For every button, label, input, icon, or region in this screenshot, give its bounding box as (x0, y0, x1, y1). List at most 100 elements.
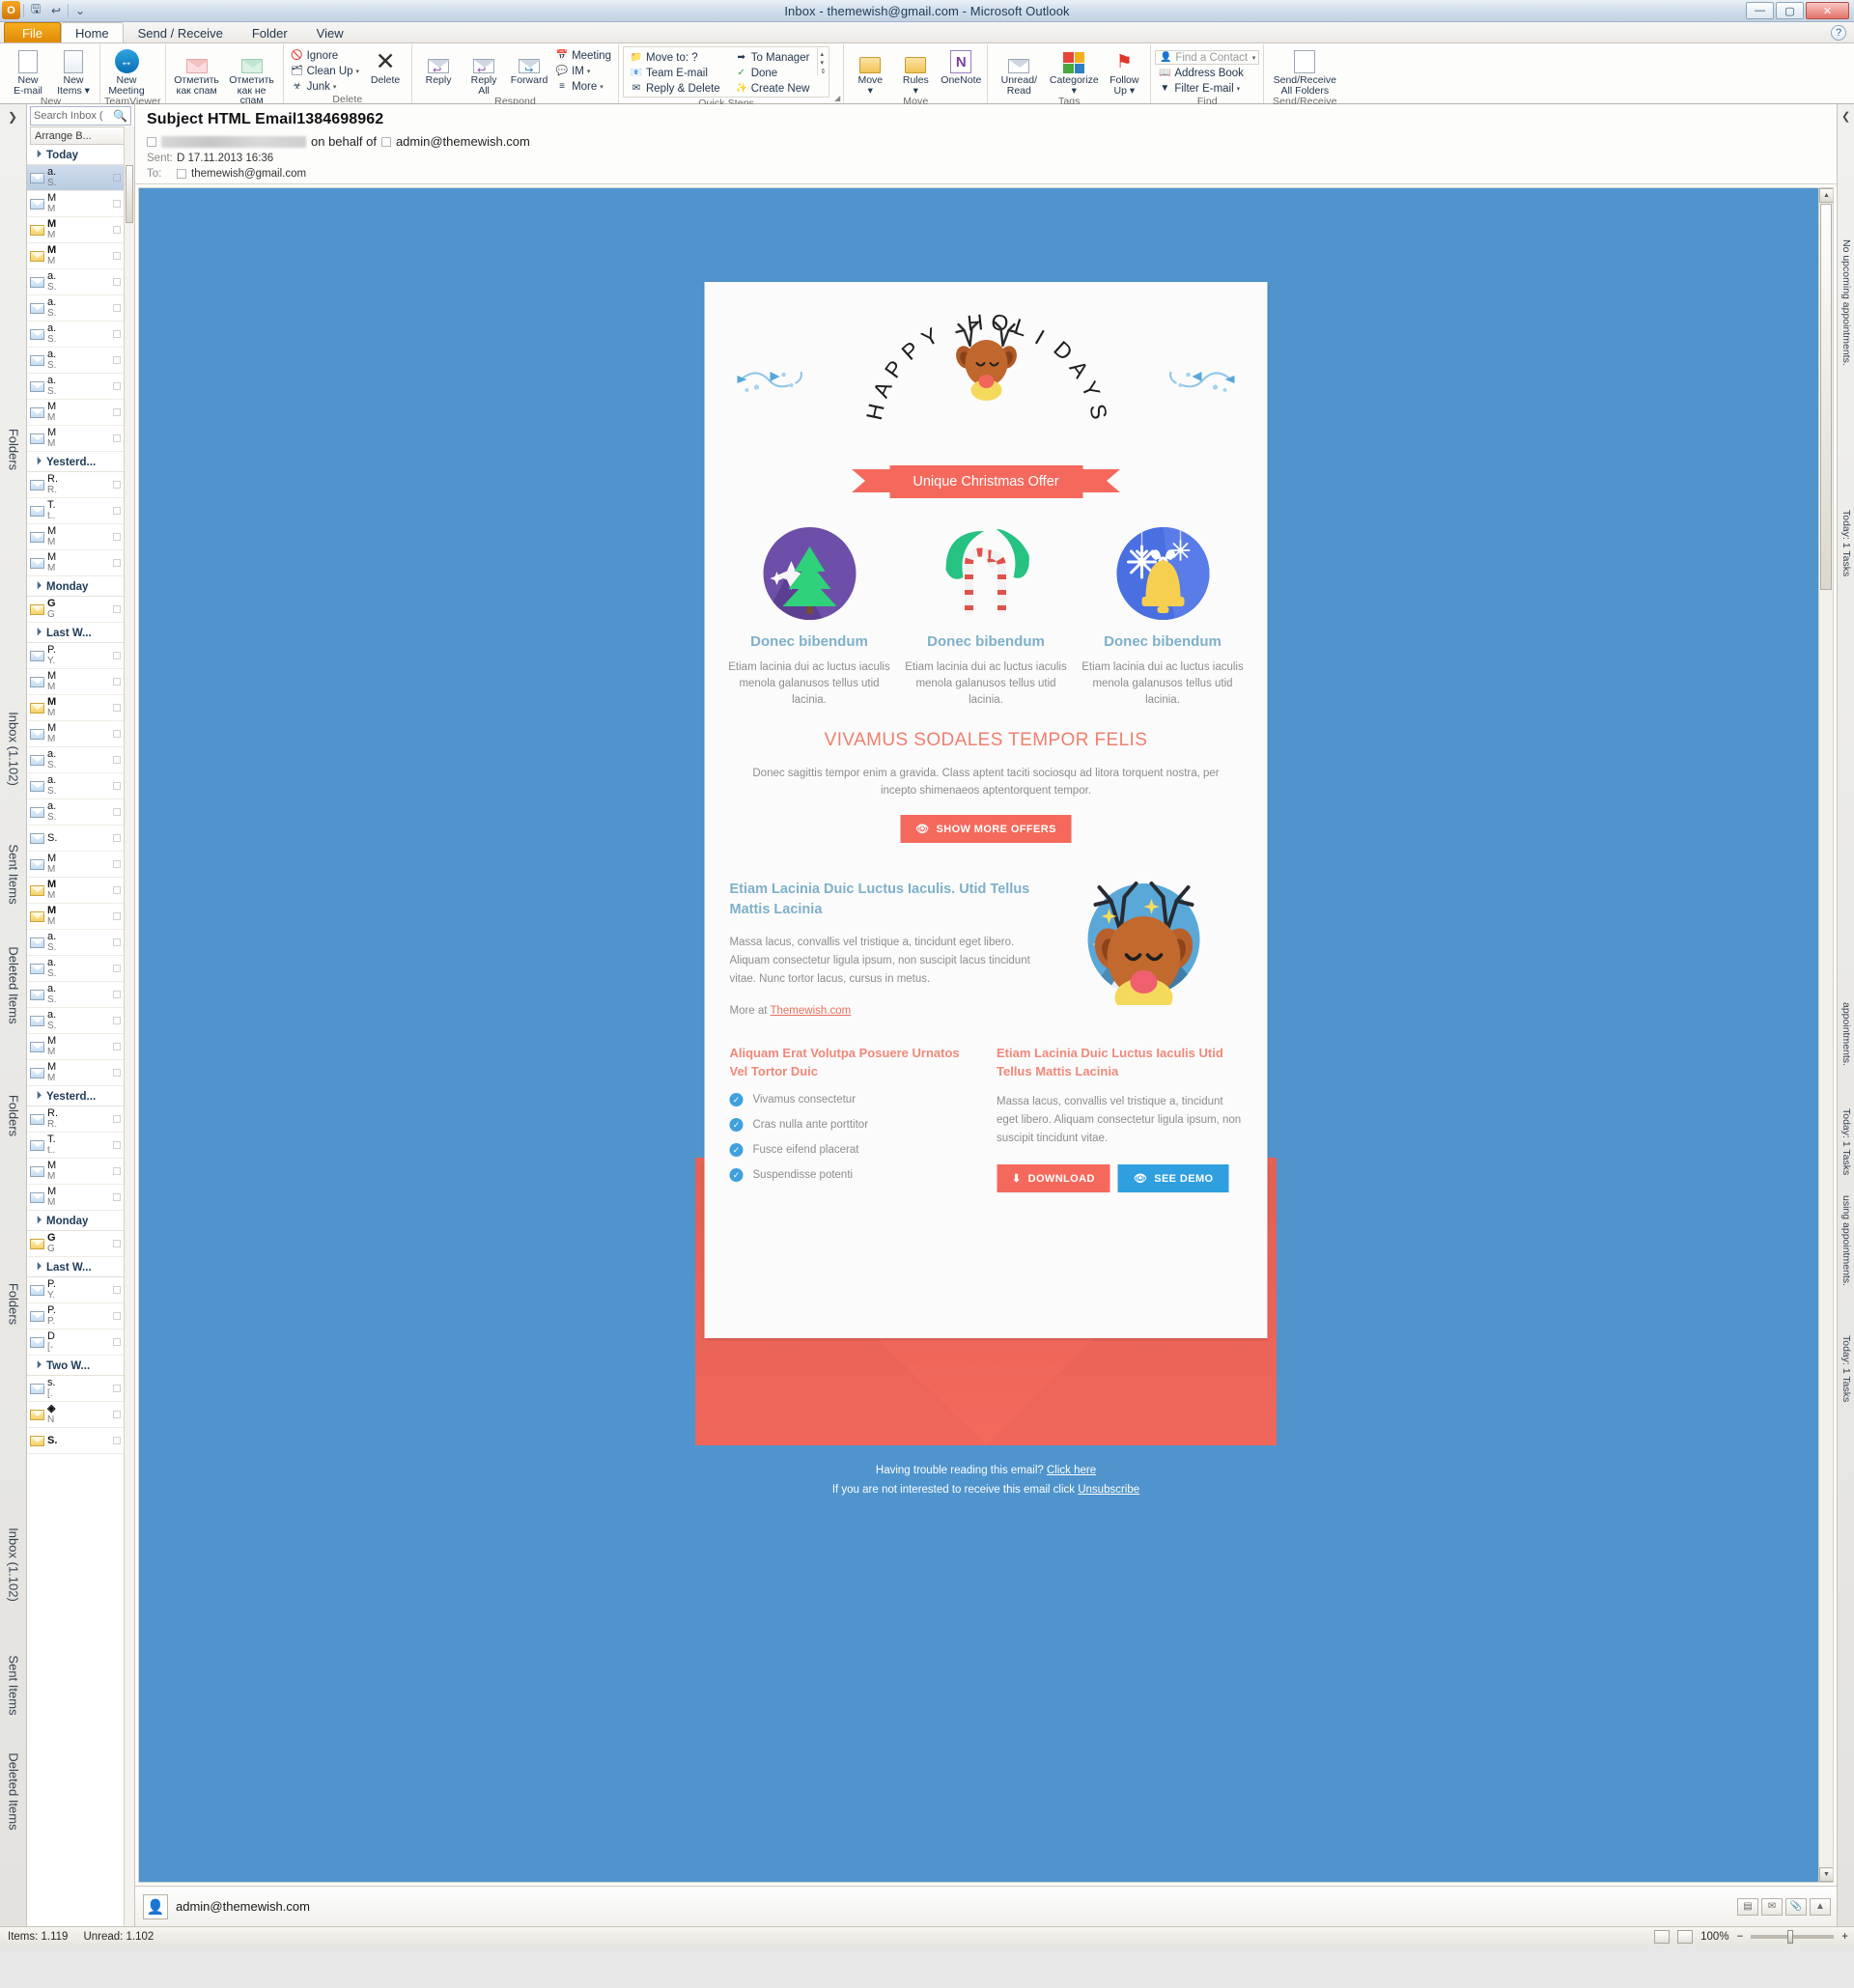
chevron-down-icon[interactable]: ▾ (587, 68, 591, 75)
navrail-label-sent-1[interactable]: Sent Items (6, 844, 20, 904)
message-list-item[interactable]: MM⚑ (27, 721, 134, 747)
move-button[interactable]: Move ▾ (848, 46, 892, 96)
message-list-item[interactable]: MM⚑ (27, 191, 134, 217)
message-list-item[interactable]: P.Y.⚑ (27, 1277, 134, 1303)
zoom-slider-handle[interactable] (1787, 1930, 1793, 1944)
more-button[interactable]: ≡ More ▾ (552, 79, 614, 94)
window-controls[interactable]: — ▢ ✕ (1746, 2, 1849, 19)
reply-all-button[interactable]: ↩ Reply All (462, 46, 506, 96)
unsubscribe-link[interactable]: Unsubscribe (1078, 1484, 1139, 1496)
im-button[interactable]: 💬 IM ▾ (552, 64, 614, 78)
message-list-item[interactable]: MM⚑ (27, 852, 134, 878)
navrail-label-sent-2[interactable]: Sent Items (6, 1655, 20, 1715)
arrange-by-selector[interactable]: Arrange B... (30, 126, 131, 145)
message-list-item[interactable]: MM⚑ (27, 243, 134, 269)
message-list-item[interactable]: MM⚑ (27, 1185, 134, 1211)
todo-item-tasks-1[interactable]: Today: 1 Tasks (1840, 510, 1852, 576)
message-list-item[interactable]: ◈N⚑ (27, 1402, 134, 1428)
reply-delete-button[interactable]: ✉ Reply & Delete (627, 81, 723, 96)
tab-view[interactable]: View (302, 22, 358, 42)
expand-gallery-icon[interactable]: ⇕ (820, 68, 826, 75)
help-icon[interactable]: ? (1831, 25, 1846, 41)
message-list-item[interactable]: T.t..⚑ (27, 498, 134, 524)
to-manager-button[interactable]: ➡ To Manager (732, 50, 813, 65)
close-button[interactable]: ✕ (1806, 2, 1849, 19)
address-book-button[interactable]: 📖 Address Book (1155, 66, 1259, 80)
mark-not-spam-button[interactable]: Отметить как не спам (225, 46, 279, 106)
message-list-item[interactable]: S.⚑ (27, 1428, 134, 1454)
chevron-down-icon[interactable]: ▾ (356, 68, 360, 75)
message-list-item[interactable]: MM⚑ (27, 695, 134, 721)
navrail-label-folders-3[interactable]: Folders (6, 1283, 20, 1325)
message-list-item[interactable]: MM⚑ (27, 217, 134, 243)
scrollbar-thumb[interactable] (1820, 204, 1832, 590)
search-icon[interactable]: 🔍 (113, 109, 127, 123)
todo-item-tasks-3[interactable]: Today: 1 Tasks (1840, 1335, 1852, 1402)
message-list-item[interactable]: a.S.⚑ (27, 982, 134, 1008)
normal-view-icon[interactable] (1654, 1930, 1670, 1944)
search-input[interactable]: Search Inbox ( 🔍 (30, 106, 131, 126)
onenote-button[interactable]: N OneNote (939, 46, 983, 86)
message-list-item[interactable]: T.t..⚑ (27, 1133, 134, 1159)
clean-up-button[interactable]: 🗂 Clean Up ▾ (288, 64, 362, 78)
message-list-item[interactable]: MM⚑ (27, 904, 134, 930)
navrail-label-deleted-1[interactable]: Deleted Items (6, 946, 20, 1023)
message-list-item[interactable]: a.S.⚑ (27, 1008, 134, 1034)
filter-email-button[interactable]: ▼ Filter E-mail ▾ (1155, 81, 1259, 96)
message-list-item[interactable]: a.S.⚑ (27, 322, 134, 348)
tab-folder[interactable]: Folder (238, 22, 302, 42)
message-list-item[interactable]: a.S.⚑ (27, 930, 134, 956)
scroll-up-button[interactable]: ▲ (1819, 188, 1834, 203)
navrail-label-deleted-2[interactable]: Deleted Items (6, 1752, 20, 1830)
todo-item-appointments-2[interactable]: using appointments. (1840, 1195, 1852, 1286)
message-list-item[interactable]: D[-⚑ (27, 1330, 134, 1356)
message-list-item[interactable]: MM⚑ (27, 550, 134, 576)
attachments-icon[interactable]: 📎 (1785, 1898, 1807, 1916)
reply-button[interactable]: ↩ Reply (416, 46, 461, 86)
people-pane-buttons[interactable]: ▤ ✉ 📎 ▲ (1737, 1898, 1831, 1916)
message-list-item[interactable]: MM⚑ (27, 1060, 134, 1086)
chevron-down-icon[interactable]: ▾ (333, 83, 337, 91)
ribbon-tabs[interactable]: File Home Send / Receive Folder View ? (0, 22, 1854, 43)
message-list-item[interactable]: MM⚑ (27, 669, 134, 695)
message-list-item[interactable]: a.S.⚑ (27, 747, 134, 773)
create-new-button[interactable]: ✨ Create New (732, 81, 813, 96)
message-group-header[interactable]: Two W... (27, 1356, 134, 1376)
all-items-icon[interactable]: ▤ (1737, 1898, 1758, 1916)
navrail-label-folders-1[interactable]: Folders (6, 429, 20, 470)
see-demo-button[interactable]: 👁 SEE DEMO (1118, 1164, 1229, 1192)
chevron-left-icon[interactable]: ❮ (1841, 110, 1850, 123)
quicksteps-scroll[interactable]: ▴ ▾ ⇕ (817, 48, 826, 75)
message-list-item[interactable]: MM⚑ (27, 426, 134, 452)
zoom-slider[interactable] (1751, 1935, 1834, 1939)
find-contact-input[interactable]: 👤 Find a Contact ▾ (1155, 50, 1259, 65)
mark-spam-button[interactable]: Отметить как спам (170, 46, 224, 96)
chevron-right-icon[interactable]: ❯ (8, 110, 17, 124)
click-here-link[interactable]: Click here (1047, 1465, 1096, 1476)
navrail-label-folders-2[interactable]: Folders (6, 1095, 20, 1136)
body-scrollbar[interactable]: ▲ ▼ (1818, 188, 1833, 1882)
chevron-down-icon[interactable]: ▾ (600, 83, 604, 91)
reading-view-icon[interactable] (1677, 1930, 1693, 1944)
unread-read-button[interactable]: Unread/ Read (992, 46, 1046, 96)
todo-item-tasks-2[interactable]: Today: 1 Tasks (1840, 1108, 1852, 1175)
themewish-link[interactable]: Themewish.com (770, 1005, 851, 1017)
message-list-item[interactable]: GG⚑ (27, 597, 134, 623)
chevron-up-icon[interactable]: ▴ (820, 50, 826, 58)
tab-send-receive[interactable]: Send / Receive (124, 22, 238, 42)
message-list-item[interactable]: a.S.⚑ (27, 956, 134, 982)
mail-icon[interactable]: ✉ (1761, 1898, 1783, 1916)
message-list-item[interactable]: a.S.⚑ (27, 165, 134, 191)
done-button[interactable]: ✓ Done (732, 66, 813, 80)
meeting-button[interactable]: 📅 Meeting (552, 48, 614, 63)
maximize-button[interactable]: ▢ (1776, 2, 1804, 19)
message-list-item[interactable]: a.S.⚑ (27, 269, 134, 295)
navrail-label-inbox-1[interactable]: Inbox (1.102) (6, 712, 20, 786)
message-group-header[interactable]: Yesterd... (27, 452, 134, 472)
team-email-button[interactable]: 📧 Team E-mail (627, 66, 723, 80)
show-more-offers-button[interactable]: 👁 SHOW MORE OFFERS (900, 815, 1072, 843)
ignore-button[interactable]: 🚫 Ignore (288, 48, 362, 63)
message-list-item[interactable]: a.S.⚑ (27, 773, 134, 799)
message-list-item[interactable]: a.S.⚑ (27, 374, 134, 400)
message-group-header[interactable]: Today (27, 145, 134, 165)
